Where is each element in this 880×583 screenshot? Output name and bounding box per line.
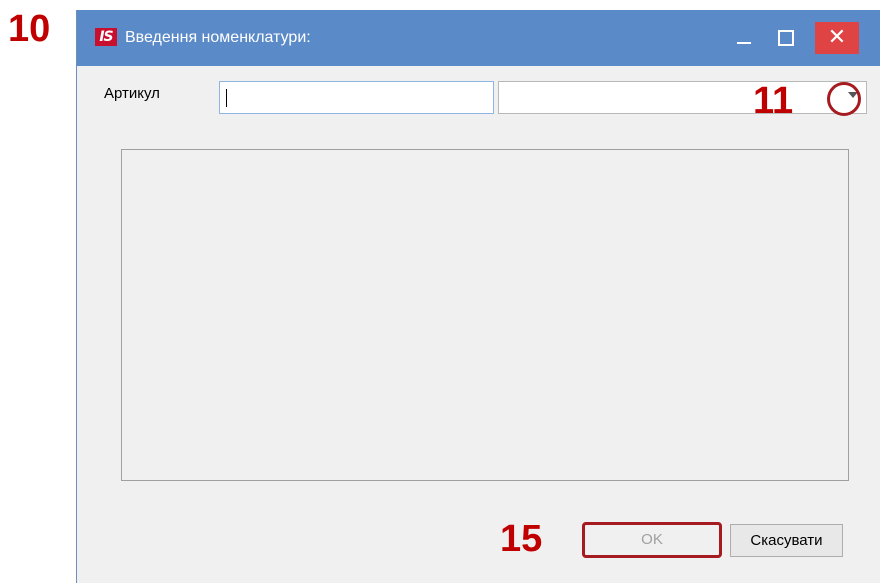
article-combo[interactable] xyxy=(498,81,867,114)
maximize-button[interactable] xyxy=(765,22,805,54)
cancel-button[interactable]: Скасувати xyxy=(730,524,843,557)
close-button[interactable]: ✕ xyxy=(815,22,859,54)
maximize-icon xyxy=(778,30,794,46)
close-icon: ✕ xyxy=(827,25,847,50)
annotation-step-11: 11 xyxy=(753,80,794,122)
window-title: Введення номенклатури: xyxy=(125,29,311,46)
article-input[interactable] xyxy=(219,81,494,114)
annotation-circle-combo xyxy=(827,82,861,116)
title-bar: IS Введення номенклатури: ✕ xyxy=(77,10,880,66)
text-caret xyxy=(226,89,227,107)
annotation-step-10: 10 xyxy=(8,8,51,50)
minimize-icon xyxy=(737,42,751,44)
ok-button[interactable]: OK xyxy=(582,522,722,558)
results-list-panel[interactable] xyxy=(121,149,849,481)
minimize-button[interactable] xyxy=(723,22,763,54)
dialog-window: IS Введення номенклатури: ✕ Артикул 11 1… xyxy=(76,10,880,583)
app-logo-icon: IS xyxy=(95,28,117,46)
article-label: Артикул xyxy=(104,85,160,102)
annotation-step-15: 15 xyxy=(500,518,543,560)
